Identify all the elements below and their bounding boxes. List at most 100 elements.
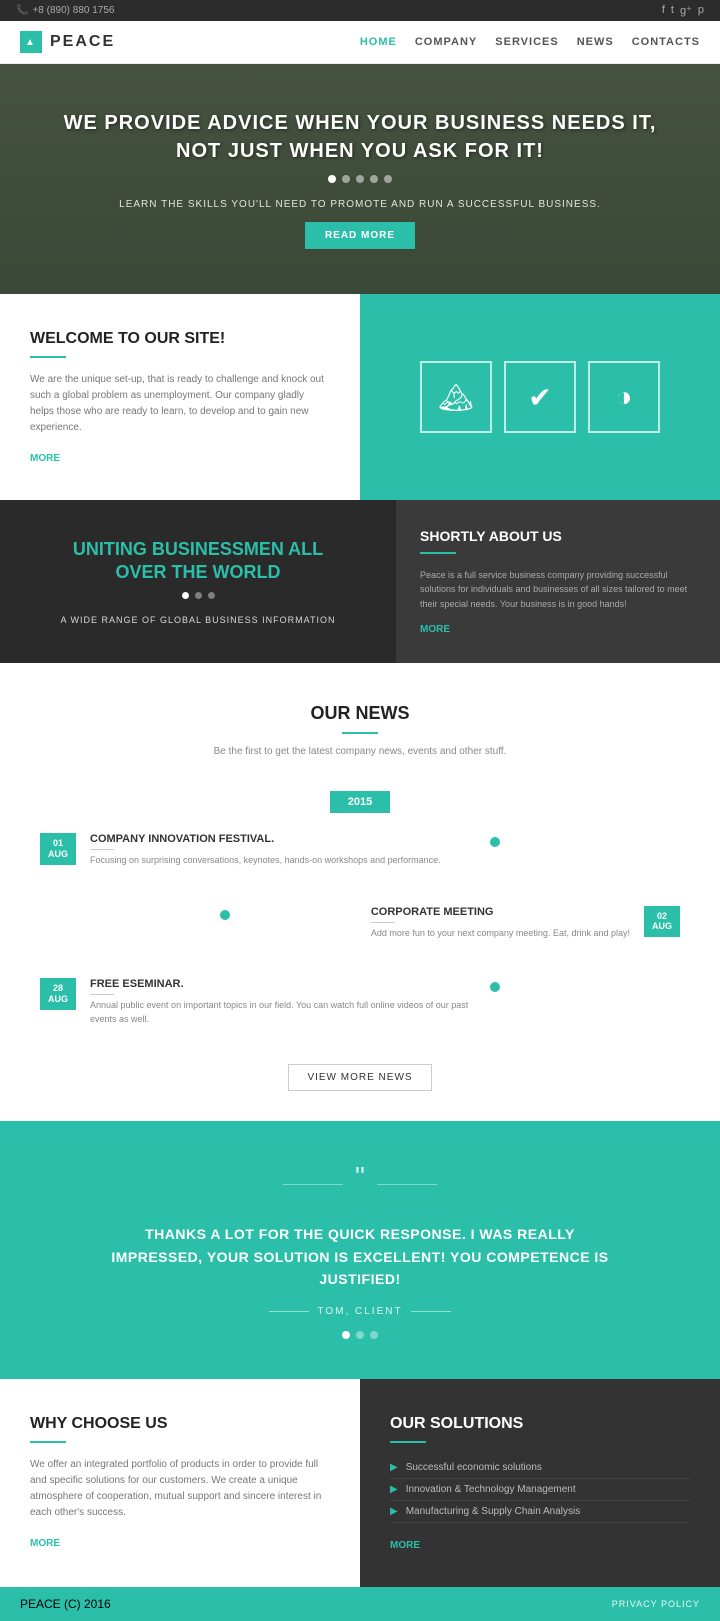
news-item-2: 02 AUG CORPORATE MEETING Add more fun to…: [200, 906, 680, 957]
welcome-body: We are the unique set-up, that is ready …: [30, 372, 330, 436]
news-divider: [342, 732, 378, 734]
dark-banner: UNITING BUSINESSMEN ALL OVER THE WORLD A…: [0, 500, 720, 663]
pinterest-icon[interactable]: p: [698, 4, 704, 17]
clock-icon-box: ◑: [588, 361, 660, 433]
view-more-news-button[interactable]: VIEW MORE NEWS: [288, 1064, 431, 1091]
news-divider-2: [371, 922, 395, 923]
logo-text: PEACE: [50, 33, 115, 51]
testimonial-quote: THANKS A LOT FOR THE QUICK RESPONSE. I W…: [110, 1223, 610, 1290]
about-more-link[interactable]: MORE: [420, 624, 450, 635]
solution-item-3: ▶ Manufacturing & Supply Chain Analysis: [390, 1501, 690, 1523]
hero-section: WE PROVIDE ADVICE WHEN YOUR BUSINESS NEE…: [0, 64, 720, 294]
solution-item-2: ▶ Innovation & Technology Management: [390, 1479, 690, 1501]
news-date-1: 01 AUG: [40, 833, 76, 865]
banner-right: SHORTLY ABOUT US Peace is a full service…: [396, 500, 720, 663]
sol-arrow-1: ▶: [390, 1462, 398, 1473]
main-nav: HOME COMPANY SERVICES NEWS CONTACTS: [360, 36, 700, 48]
welcome-icons: 🏔 ✔ ◑: [360, 294, 720, 500]
welcome-title: WELCOME TO OUR SITE!: [30, 330, 330, 348]
about-title: SHORTLY ABOUT US: [420, 528, 696, 544]
testimonial-dots: [60, 1331, 660, 1339]
banner-image: UNITING BUSINESSMEN ALL OVER THE WORLD A…: [0, 500, 396, 663]
site-footer: PEACE (C) 2016 PRIVACY POLICY: [0, 1587, 720, 1621]
logo[interactable]: ▲ PEACE: [20, 31, 115, 53]
welcome-more-link[interactable]: MORE: [30, 453, 60, 464]
phone-number: +8 (890) 880 1756: [32, 5, 114, 16]
solutions-divider: [390, 1441, 426, 1443]
news-title: OUR NEWS: [40, 703, 680, 724]
mountain-icon: 🏔: [438, 381, 474, 414]
about-divider: [420, 552, 456, 554]
solutions-title: OUR SOLUTIONS: [390, 1415, 690, 1433]
news-content-3: FREE ESEMINAR. Annual public event on im…: [90, 978, 476, 1026]
hero-dot-5[interactable]: [384, 175, 392, 183]
t-dot-3[interactable]: [370, 1331, 378, 1339]
about-body: Peace is a full service business company…: [420, 568, 696, 611]
sol-arrow-3: ▶: [390, 1506, 398, 1517]
t-dot-2[interactable]: [356, 1331, 364, 1339]
why-divider: [30, 1441, 66, 1443]
news-dot-1: [490, 837, 500, 847]
social-links[interactable]: f t g⁺ p: [662, 4, 704, 17]
hero-title: WE PROVIDE ADVICE WHEN YOUR BUSINESS NEE…: [64, 109, 657, 165]
nav-contacts[interactable]: CONTACTS: [632, 36, 700, 48]
year-badge: 2015: [330, 791, 390, 813]
banner-left: UNITING BUSINESSMEN ALL OVER THE WORLD A…: [0, 500, 396, 663]
hero-dot-1[interactable]: [328, 175, 336, 183]
news-content-1: COMPANY INNOVATION FESTIVAL. Focusing on…: [90, 833, 441, 868]
news-dot-3: [490, 982, 500, 992]
news-date-2: 02 AUG: [644, 906, 680, 938]
hero-dot-4[interactable]: [370, 175, 378, 183]
banner-dot-3[interactable]: [208, 592, 215, 599]
testimonial-lines: ": [60, 1161, 660, 1207]
phone-area: 📞 +8 (890) 880 1756: [16, 5, 114, 16]
welcome-divider: [30, 356, 66, 358]
solutions-list: ▶ Successful economic solutions ▶ Innova…: [390, 1457, 690, 1523]
mountain-icon-box: 🏔: [420, 361, 492, 433]
year-wrap: 2015: [40, 779, 680, 833]
news-content-2: CORPORATE MEETING Add more fun to your n…: [371, 906, 630, 941]
site-header: ▲ PEACE HOME COMPANY SERVICES NEWS CONTA…: [0, 21, 720, 64]
welcome-left: WELCOME TO OUR SITE! We are the unique s…: [0, 294, 360, 500]
google-plus-icon[interactable]: g⁺: [680, 4, 692, 17]
hero-dot-2[interactable]: [342, 175, 350, 183]
hero-dot-3[interactable]: [356, 175, 364, 183]
news-item-1: 01 AUG COMPANY INNOVATION FESTIVAL. Focu…: [40, 833, 520, 884]
privacy-policy-link[interactable]: PRIVACY POLICY: [612, 1599, 700, 1609]
hero-dots: [328, 175, 392, 183]
nav-news[interactable]: NEWS: [577, 36, 614, 48]
why-body: We offer an integrated portfolio of prod…: [30, 1457, 330, 1521]
banner-dots: [182, 592, 215, 599]
nav-company[interactable]: COMPANY: [415, 36, 477, 48]
twitter-icon[interactable]: t: [671, 4, 674, 17]
hero-subtext: LEARN THE SKILLS YOU'LL NEED TO PROMOTE …: [119, 199, 601, 210]
logo-icon: ▲: [20, 31, 42, 53]
nav-home[interactable]: HOME: [360, 36, 397, 48]
welcome-section: WELCOME TO OUR SITE! We are the unique s…: [0, 294, 720, 500]
testimonial-author: TOM, CLIENT: [60, 1306, 660, 1317]
t-dot-1[interactable]: [342, 1331, 350, 1339]
sol-arrow-2: ▶: [390, 1484, 398, 1495]
solutions-section: OUR SOLUTIONS ▶ Successful economic solu…: [360, 1379, 720, 1587]
news-divider-3: [90, 994, 114, 995]
hero-cta-button[interactable]: READ MORE: [305, 222, 415, 249]
nav-services[interactable]: SERVICES: [495, 36, 558, 48]
news-item-3: 28 AUG FREE ESEMINAR. Annual public even…: [40, 978, 520, 1042]
solution-item-1: ▶ Successful economic solutions: [390, 1457, 690, 1479]
footer-copy: PEACE (C) 2016: [20, 1597, 111, 1611]
banner-dot-1[interactable]: [182, 592, 189, 599]
why-more-link[interactable]: MORE: [30, 1538, 60, 1549]
news-date-3: 28 AUG: [40, 978, 76, 1010]
banner-subtext: A WIDE RANGE OF GLOBAL BUSINESS INFORMAT…: [60, 615, 335, 625]
banner-dot-2[interactable]: [195, 592, 202, 599]
facebook-icon[interactable]: f: [662, 4, 665, 17]
tline-right: [377, 1184, 437, 1185]
top-bar: 📞 +8 (890) 880 1756 f t g⁺ p: [0, 0, 720, 21]
news-divider-1: [90, 849, 114, 850]
news-header: OUR NEWS Be the first to get the latest …: [40, 703, 680, 759]
solutions-more-link[interactable]: MORE: [390, 1540, 420, 1551]
why-title: WHY CHOOSE US: [30, 1415, 330, 1433]
view-more-wrap: VIEW MORE NEWS: [40, 1064, 680, 1091]
news-section: OUR NEWS Be the first to get the latest …: [0, 663, 720, 1121]
tline-left: [283, 1184, 343, 1185]
